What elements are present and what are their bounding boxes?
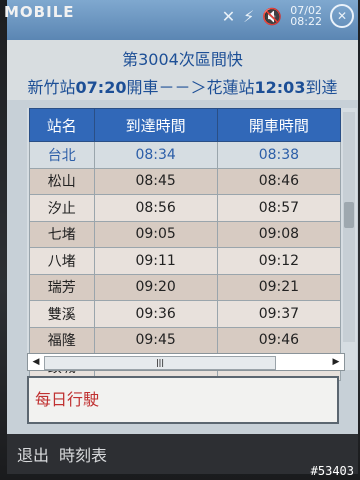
table-row[interactable]: 台北 08:34 08:38 <box>29 141 342 169</box>
column-header-arrival[interactable]: 到達時間 <box>93 108 218 142</box>
arrive-label: 到達 <box>305 78 338 97</box>
photo-id: #53403 <box>310 464 354 478</box>
route-arrow: －－＞ <box>158 78 207 97</box>
cell-depart: 08:46 <box>216 167 342 195</box>
cell-depart: 09:37 <box>216 300 342 328</box>
cell-arrive: 08:45 <box>93 167 218 195</box>
notes-box: 每日行駛 <box>27 376 339 424</box>
cell-depart: 09:21 <box>216 273 342 301</box>
cell-arrive: 09:45 <box>93 326 218 354</box>
cell-arrive: 08:56 <box>93 194 218 222</box>
scroll-thumb-horizontal[interactable]: ||| <box>44 356 276 370</box>
cell-depart: 09:12 <box>216 247 342 275</box>
timetable-grid: 站名 到達時間 開車時間 台北 08:34 08:38 松山 08:45 08:46 汐止 0… <box>29 108 342 381</box>
route-line: 新竹站07:20開車－－＞花蓮站12:03到達 <box>7 74 358 98</box>
table-row[interactable]: 松山 08:45 08:46 <box>29 167 342 195</box>
scroll-right-icon[interactable]: ▶ <box>328 357 344 367</box>
wifi-icon: ⚡ <box>243 6 255 26</box>
scroll-left-icon[interactable]: ◀ <box>28 357 44 367</box>
clock: 07/02 08:22 <box>290 5 322 27</box>
horizontal-scrollbar[interactable]: ◀ ||| ▶ <box>27 353 345 371</box>
cell-depart: 09:08 <box>216 220 342 248</box>
clock-time: 08:22 <box>290 15 322 28</box>
cell-station: 雙溪 <box>29 300 95 328</box>
table-row[interactable]: 福隆 09:45 09:46 <box>29 326 342 354</box>
status-icons: ✕ ⚡ 🔇 07/02 08:22 ✕ <box>222 4 354 28</box>
train-title: 第3004次區間快 <box>122 50 243 69</box>
mute-icon: 🔇 <box>262 6 283 26</box>
timetable: 站名 到達時間 開車時間 台北 08:34 08:38 松山 08:45 08:46 汐止 0… <box>27 108 357 381</box>
cell-station: 福隆 <box>29 326 95 354</box>
softkey-bar: 退出 時刻表 <box>7 434 358 474</box>
timetable-softkey[interactable]: 時刻表 <box>59 442 107 466</box>
signal-icon: ✕ <box>221 6 236 26</box>
cell-station: 八堵 <box>29 247 95 275</box>
cell-arrive: 09:05 <box>93 220 218 248</box>
train-header: 第3004次區間快 新竹站07:20開車－－＞花蓮站12:03到達 <box>7 40 358 100</box>
table-row[interactable]: 七堵 09:05 09:08 <box>29 220 342 248</box>
cell-depart: 09:46 <box>216 326 342 354</box>
cell-station: 瑞芳 <box>29 273 95 301</box>
close-icon[interactable]: ✕ <box>330 4 354 28</box>
cell-station: 台北 <box>29 141 95 169</box>
from-station: 新竹站 <box>27 78 76 97</box>
cell-arrive: 09:20 <box>93 273 218 301</box>
table-header-row: 站名 到達時間 開車時間 <box>29 108 342 142</box>
column-header-station[interactable]: 站名 <box>29 108 95 142</box>
table-row[interactable]: 雙溪 09:36 09:37 <box>29 300 342 328</box>
depart-label: 開車 <box>126 78 159 97</box>
depart-time: 07:20 <box>75 78 127 97</box>
cell-depart: 08:57 <box>216 194 342 222</box>
vertical-scrollbar[interactable] <box>343 112 355 342</box>
cell-arrive: 09:36 <box>93 300 218 328</box>
exit-softkey[interactable]: 退出 <box>17 442 49 466</box>
scroll-track[interactable]: ||| <box>44 356 328 370</box>
cell-arrive: 08:34 <box>93 141 218 169</box>
cell-station: 七堵 <box>29 220 95 248</box>
to-station: 花蓮站 <box>206 78 255 97</box>
cell-station: 松山 <box>29 167 95 195</box>
table-row[interactable]: 瑞芳 09:20 09:21 <box>29 273 342 301</box>
table-row[interactable]: 汐止 08:56 08:57 <box>29 194 342 222</box>
cell-arrive: 09:11 <box>93 247 218 275</box>
table-row[interactable]: 八堵 09:11 09:12 <box>29 247 342 275</box>
cell-depart: 08:38 <box>216 141 342 169</box>
scroll-thumb[interactable] <box>344 202 354 228</box>
arrive-time: 12:03 <box>254 78 306 97</box>
column-header-departure[interactable]: 開車時間 <box>216 108 342 142</box>
phone-screen: ✕ ⚡ 🔇 07/02 08:22 ✕ 第3004次區間快 新竹站07:20開車… <box>7 0 358 474</box>
cell-station: 汐止 <box>29 194 95 222</box>
watermark-logo: MOBILE <box>4 3 75 21</box>
